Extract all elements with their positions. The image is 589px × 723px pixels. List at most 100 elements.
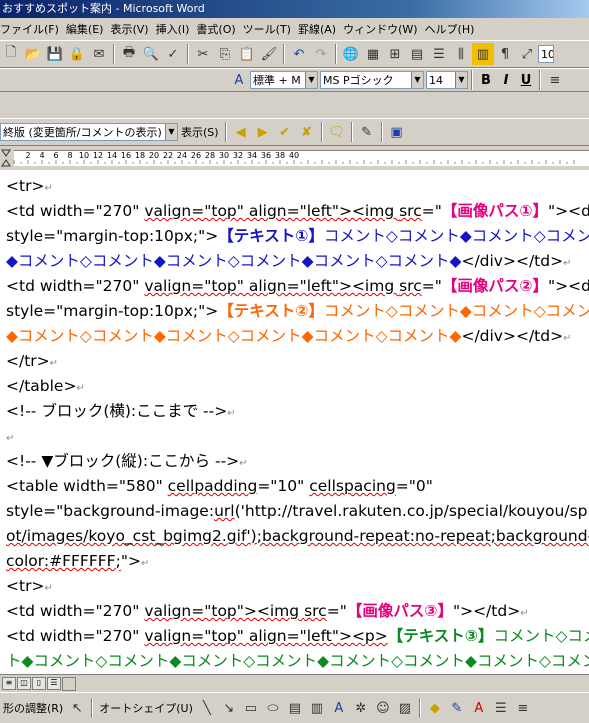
- zoom-dropdown[interactable]: 10: [538, 45, 554, 63]
- separator: [335, 44, 337, 64]
- chevron-down-icon: ▼: [165, 124, 177, 140]
- show-menu-button[interactable]: 表示(S): [178, 124, 222, 140]
- ruler-tick-label: 14: [107, 151, 117, 160]
- separator: [113, 44, 115, 64]
- menu-insert[interactable]: 挿入(I): [156, 21, 197, 37]
- horizontal-ruler[interactable]: 2 4 6 8 10 12 14 16 18 20 22 24 26 28 30 32 34 36 38 40: [0, 146, 589, 170]
- chevron-down-icon: ▼: [411, 72, 423, 88]
- line-icon[interactable]: ╲: [196, 697, 218, 719]
- separator: [350, 122, 353, 142]
- menu-window[interactable]: ウィンドウ(W): [343, 21, 424, 37]
- style-dropdown[interactable]: 標準 + M ▼: [250, 71, 318, 89]
- paragraph-mark-icon: ↵: [44, 183, 53, 194]
- menu-format[interactable]: 書式(O): [196, 21, 242, 37]
- align-icon[interactable]: ≡: [544, 69, 566, 91]
- clipart-icon[interactable]: ☺: [372, 697, 394, 719]
- doc-line: <!-- ブロック(横):ここまで -->↵: [6, 402, 236, 420]
- print-icon[interactable]: 🖶: [118, 43, 140, 65]
- vertical-textbox-icon[interactable]: ▥: [306, 697, 328, 719]
- cut-icon[interactable]: ✂: [192, 43, 214, 65]
- save-icon[interactable]: 💾: [44, 43, 66, 65]
- title-bar: おすすめスポット案内 - Microsoft Word: [0, 0, 589, 18]
- accept-change-icon[interactable]: ✔: [274, 121, 296, 143]
- new-document-icon[interactable]: 🗋: [0, 43, 22, 65]
- menu-help[interactable]: ヘルプ(H): [425, 21, 482, 37]
- wordart-icon[interactable]: A: [328, 697, 350, 719]
- view-buttons-bar: ≡ ◫ ▯ ☰: [0, 674, 589, 692]
- paste-icon[interactable]: 📋: [236, 43, 258, 65]
- styles-formatting-icon[interactable]: A: [228, 69, 250, 91]
- font-dropdown[interactable]: MS Pゴシック ▼: [320, 71, 424, 89]
- reject-change-icon[interactable]: ✘: [296, 121, 318, 143]
- web-layout-icon[interactable]: ◫: [17, 677, 31, 690]
- insert-excel-icon[interactable]: ▤: [406, 43, 428, 65]
- drawing-icon[interactable]: ⫼: [450, 43, 472, 65]
- paragraph-mark-icon: ↵: [76, 383, 85, 394]
- doc-line: ↵: [6, 424, 14, 452]
- zoom-icon[interactable]: ⤢: [516, 43, 538, 65]
- indent-marker-icon[interactable]: [1, 149, 11, 167]
- arrow-icon[interactable]: ↘: [218, 697, 240, 719]
- menu-tools[interactable]: ツール(T): [243, 21, 298, 37]
- permission-icon[interactable]: 🔒: [66, 43, 88, 65]
- ruler-tick-label: 8: [67, 151, 72, 160]
- drawing-toolbar: 形の調整(R) ↖ オートシェイプ(U) ╲ ↘ ▭ ⬭ ▤ ▥ A ✲ ☺ ▨…: [0, 692, 589, 723]
- show-hide-icon[interactable]: ¶: [494, 43, 516, 65]
- copy-icon[interactable]: ⎘: [214, 43, 236, 65]
- separator: [224, 122, 227, 142]
- hyperlink-icon[interactable]: 🌐: [340, 43, 362, 65]
- menu-view[interactable]: 表示(V): [110, 21, 155, 37]
- track-changes-icon[interactable]: ✎: [356, 121, 378, 143]
- diagram-icon[interactable]: ✲: [350, 697, 372, 719]
- scroll-left-button[interactable]: [62, 677, 76, 691]
- undo-icon[interactable]: ↶: [288, 43, 310, 65]
- rectangle-icon[interactable]: ▭: [240, 697, 262, 719]
- insert-table-icon[interactable]: ⊞: [384, 43, 406, 65]
- open-icon[interactable]: 📂: [22, 43, 44, 65]
- columns-icon[interactable]: ☰: [428, 43, 450, 65]
- menu-file[interactable]: ファイル(F): [0, 21, 66, 37]
- tables-borders-icon[interactable]: ▦: [362, 43, 384, 65]
- separator: [380, 122, 383, 142]
- redo-icon[interactable]: ↷: [310, 43, 332, 65]
- outline-view-icon[interactable]: ☰: [47, 677, 61, 690]
- document-map-icon[interactable]: ▥: [472, 43, 494, 65]
- spelling-icon[interactable]: ✓: [162, 43, 184, 65]
- format-painter-icon[interactable]: 🖌: [258, 43, 280, 65]
- font-color-icon[interactable]: A: [468, 697, 490, 719]
- previous-change-icon[interactable]: ◀: [230, 121, 252, 143]
- next-change-icon[interactable]: ▶: [252, 121, 274, 143]
- ruler-tick-label: 32: [233, 151, 243, 160]
- line-color-icon[interactable]: ✎: [446, 697, 468, 719]
- oval-icon[interactable]: ⬭: [262, 697, 284, 719]
- bold-button[interactable]: B: [476, 73, 496, 88]
- ruler-tick-label: 20: [149, 151, 159, 160]
- draw-adjust-menu[interactable]: 形の調整(R): [0, 700, 66, 716]
- fill-color-icon[interactable]: ◆: [424, 697, 446, 719]
- normal-view-icon[interactable]: ≡: [2, 677, 16, 690]
- doc-line: <td width="270" valign="top"><img src="【…: [6, 602, 529, 620]
- autoshapes-menu[interactable]: オートシェイプ(U): [96, 700, 196, 716]
- menu-edit[interactable]: 編集(E): [66, 21, 111, 37]
- italic-button[interactable]: I: [496, 73, 516, 88]
- paragraph-mark-icon: ↵: [140, 558, 150, 569]
- document-area[interactable]: <tr>↵ <td width="270" valign="top" align…: [0, 170, 589, 674]
- doc-line: style="margin-top:10px;">【テキスト①】コメント◇コメン…: [6, 227, 589, 245]
- insert-comment-icon[interactable]: 🗨: [326, 121, 348, 143]
- font-size-dropdown[interactable]: 14 ▼: [426, 71, 468, 89]
- picture-icon[interactable]: ▨: [394, 697, 416, 719]
- display-mode-dropdown[interactable]: 終版 (変更箇所/コメントの表示) ▼: [0, 123, 178, 141]
- ruler-tick-label: 2: [25, 151, 30, 160]
- print-preview-icon[interactable]: 🔍: [140, 43, 162, 65]
- reviewing-pane-icon[interactable]: ▣: [386, 121, 408, 143]
- email-icon[interactable]: ✉: [88, 43, 110, 65]
- menu-table[interactable]: 罫線(A): [298, 21, 343, 37]
- print-layout-icon[interactable]: ▯: [32, 677, 46, 690]
- ruler-tick-label: 36: [261, 151, 271, 160]
- underline-button[interactable]: U: [516, 73, 536, 88]
- dash-style-icon[interactable]: ≡: [512, 697, 534, 719]
- line-style-icon[interactable]: ☰: [490, 697, 512, 719]
- textbox-icon[interactable]: ▤: [284, 697, 306, 719]
- menu-bar: ファイル(F) 編集(E) 表示(V) 挿入(I) 書式(O) ツール(T) 罫…: [0, 18, 589, 40]
- select-objects-icon[interactable]: ↖: [66, 697, 88, 719]
